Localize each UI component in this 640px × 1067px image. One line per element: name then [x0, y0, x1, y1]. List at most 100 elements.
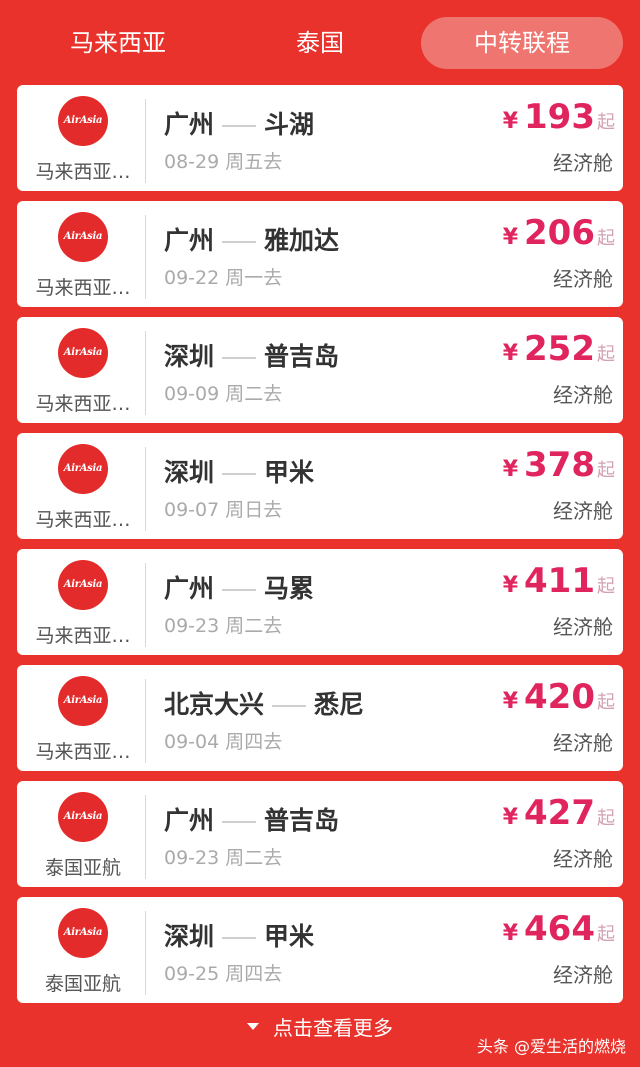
cabin-class: 经济舱 — [553, 847, 613, 871]
currency-symbol: ¥ — [502, 921, 519, 946]
departure-date: 09-23 周二去 — [164, 847, 283, 869]
route: 广州 马累 — [164, 569, 314, 605]
airline-name: 马来西亚… — [35, 741, 131, 763]
divider — [145, 215, 146, 299]
route-arrow-icon — [222, 937, 257, 939]
airline-name: 马来西亚… — [35, 161, 131, 183]
price-suffix: 起 — [597, 228, 615, 249]
tab-malaysia[interactable]: 马来西亚 — [18, 17, 218, 69]
flight-card[interactable]: AirAsia 马来西亚… 广州 斗湖 08-29 周五去 ¥193 起 经济舱 — [17, 85, 623, 191]
price-suffix: 起 — [597, 924, 615, 945]
airasia-logo-icon: AirAsia — [58, 96, 108, 146]
route-arrow-icon — [222, 821, 257, 823]
flight-card[interactable]: AirAsia 马来西亚… 广州 雅加达 09-22 周一去 ¥206 起 经济舱 — [17, 201, 623, 307]
airasia-logo-icon: AirAsia — [58, 560, 108, 610]
price-suffix: 起 — [597, 344, 615, 365]
price: ¥206 起 — [503, 213, 615, 253]
destination-city: 斗湖 — [264, 110, 315, 139]
destination-city: 悉尼 — [314, 690, 365, 719]
divider — [145, 795, 146, 879]
route: 深圳 甲米 — [164, 917, 314, 953]
flight-card[interactable]: AirAsia 马来西亚… 广州 马累 09-23 周二去 ¥411 起 经济舱 — [17, 549, 623, 655]
departure-date: 09-04 周四去 — [164, 731, 283, 753]
flight-card[interactable]: AirAsia 泰国亚航 深圳 甲米 09-25 周四去 ¥464 起 经济舱 — [17, 897, 623, 1003]
price: ¥252 起 — [503, 329, 615, 369]
route-arrow-icon — [222, 589, 257, 591]
price: ¥464 起 — [503, 909, 615, 949]
load-more-label: 点击查看更多 — [273, 1016, 393, 1040]
flight-card[interactable]: AirAsia 泰国亚航 广州 普吉岛 09-23 周二去 ¥427 起 经济舱 — [17, 781, 623, 887]
origin-city: 广州 — [164, 806, 215, 835]
route: 深圳 甲米 — [164, 453, 314, 489]
price-amount: 378 — [524, 445, 595, 485]
destination-city: 普吉岛 — [264, 806, 340, 835]
region-tabs: 马来西亚 泰国 中转联程 — [0, 0, 640, 84]
departure-date: 09-23 周二去 — [164, 615, 283, 637]
origin-city: 广州 — [164, 226, 215, 255]
airasia-logo-icon: AirAsia — [58, 444, 108, 494]
route-arrow-icon — [222, 473, 257, 475]
airasia-logo-icon: AirAsia — [58, 676, 108, 726]
departure-date: 09-25 周四去 — [164, 963, 283, 985]
route: 广州 斗湖 — [164, 105, 314, 141]
cabin-class: 经济舱 — [553, 383, 613, 407]
currency-symbol: ¥ — [502, 689, 519, 714]
price: ¥378 起 — [503, 445, 615, 485]
price-suffix: 起 — [597, 112, 615, 133]
route-arrow-icon — [222, 241, 257, 243]
flight-card[interactable]: AirAsia 马来西亚… 深圳 普吉岛 09-09 周二去 ¥252 起 经济舱 — [17, 317, 623, 423]
departure-date: 09-07 周日去 — [164, 499, 283, 521]
divider — [145, 331, 146, 415]
currency-symbol: ¥ — [502, 109, 519, 134]
route: 北京大兴 悉尼 — [164, 685, 364, 721]
cabin-class: 经济舱 — [553, 499, 613, 523]
route: 广州 雅加达 — [164, 221, 339, 257]
price-suffix: 起 — [597, 808, 615, 829]
airasia-logo-icon: AirAsia — [58, 792, 108, 842]
caret-down-icon — [247, 1023, 259, 1030]
destination-city: 普吉岛 — [264, 342, 340, 371]
destination-city: 雅加达 — [264, 226, 340, 255]
flight-card[interactable]: AirAsia 马来西亚… 深圳 甲米 09-07 周日去 ¥378 起 经济舱 — [17, 433, 623, 539]
watermark: 头条 @爱生活的燃烧 — [476, 1037, 626, 1056]
flight-list: AirAsia 马来西亚… 广州 斗湖 08-29 周五去 ¥193 起 经济舱 A… — [17, 85, 623, 1013]
destination-city: 马累 — [264, 574, 315, 603]
currency-symbol: ¥ — [502, 341, 519, 366]
origin-city: 深圳 — [164, 342, 215, 371]
divider — [145, 911, 146, 995]
currency-symbol: ¥ — [502, 225, 519, 250]
airline-name: 马来西亚… — [35, 509, 131, 531]
departure-date: 08-29 周五去 — [164, 151, 283, 173]
airasia-logo-icon: AirAsia — [58, 908, 108, 958]
airasia-logo-icon: AirAsia — [58, 328, 108, 378]
airline-name: 泰国亚航 — [44, 973, 121, 995]
price-suffix: 起 — [597, 576, 615, 597]
destination-city: 甲米 — [264, 922, 315, 951]
origin-city: 北京大兴 — [164, 690, 265, 719]
route-arrow-icon — [222, 125, 257, 127]
price-amount: 427 — [524, 793, 595, 833]
tab-thailand[interactable]: 泰国 — [220, 17, 420, 69]
departure-date: 09-09 周二去 — [164, 383, 283, 405]
price-amount: 252 — [524, 329, 595, 369]
route: 广州 普吉岛 — [164, 801, 339, 837]
airline-name: 马来西亚… — [35, 393, 131, 415]
cabin-class: 经济舱 — [553, 963, 613, 987]
price-amount: 420 — [524, 677, 595, 717]
route: 深圳 普吉岛 — [164, 337, 339, 373]
origin-city: 广州 — [164, 574, 215, 603]
destination-city: 甲米 — [264, 458, 315, 487]
airline-name: 马来西亚… — [35, 625, 131, 647]
divider — [145, 563, 146, 647]
currency-symbol: ¥ — [502, 457, 519, 482]
airasia-logo-icon: AirAsia — [58, 212, 108, 262]
price-amount: 206 — [524, 213, 595, 253]
price-amount: 411 — [524, 561, 595, 601]
airline-name: 泰国亚航 — [44, 857, 121, 879]
departure-date: 09-22 周一去 — [164, 267, 283, 289]
cabin-class: 经济舱 — [553, 615, 613, 639]
tab-connecting-flights[interactable]: 中转联程 — [421, 17, 623, 69]
origin-city: 深圳 — [164, 922, 215, 951]
route-arrow-icon — [222, 357, 257, 359]
flight-card[interactable]: AirAsia 马来西亚… 北京大兴 悉尼 09-04 周四去 ¥420 起 经济舱 — [17, 665, 623, 771]
